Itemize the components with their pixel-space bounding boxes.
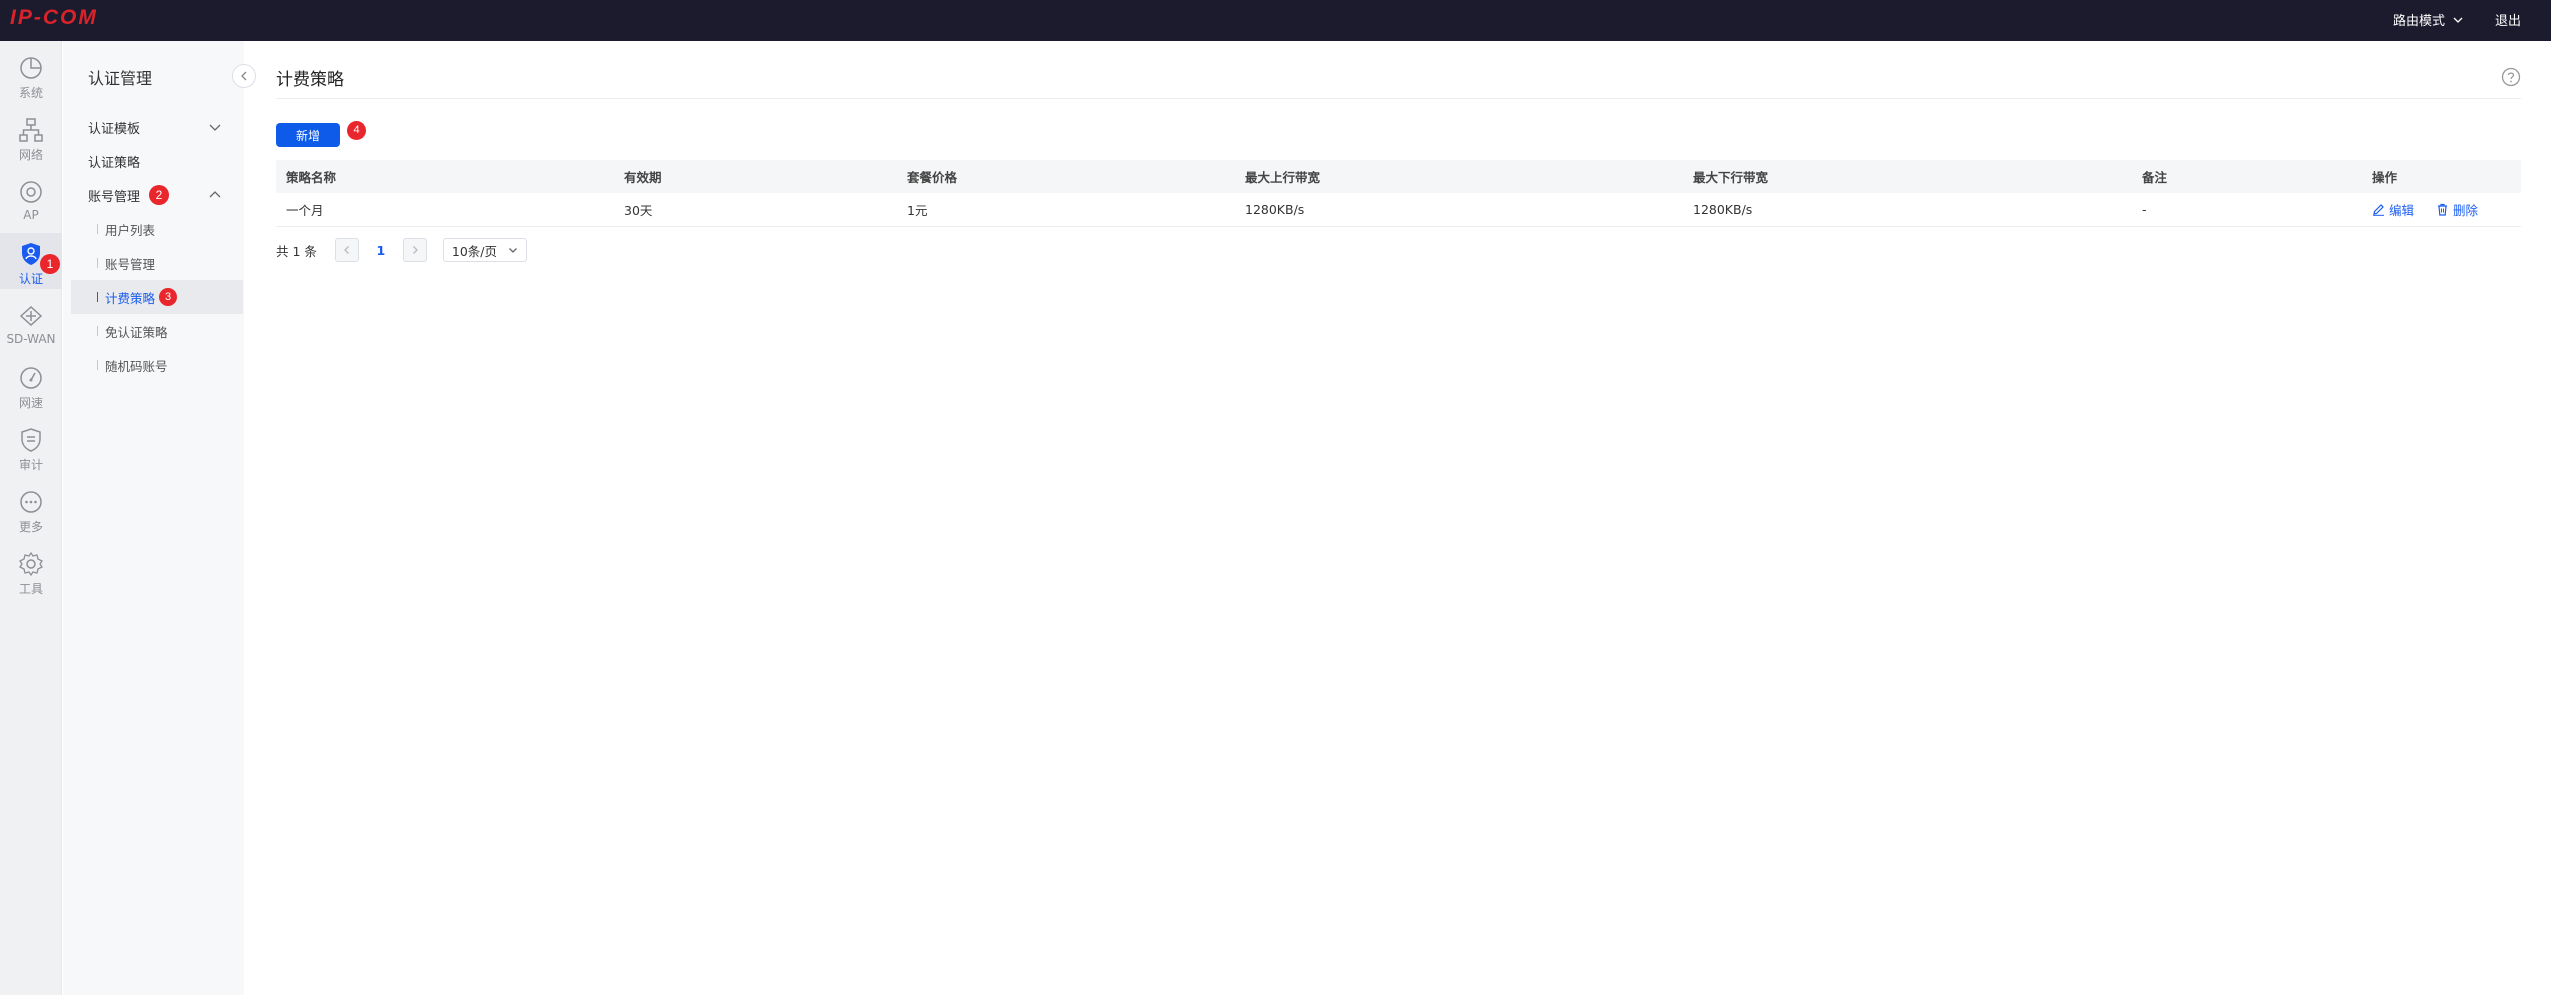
chevron-down-icon xyxy=(2453,17,2463,23)
rail-item-tools[interactable]: 工具 xyxy=(0,543,62,599)
delete-link[interactable]: 删除 xyxy=(2436,200,2478,219)
header-actions: 操作 xyxy=(2372,170,2398,185)
chevron-down-icon xyxy=(508,248,517,253)
chevron-up-icon xyxy=(209,191,221,198)
cell-name: 一个月 xyxy=(286,203,324,218)
main-content: 计费策略 新增 4 策略名称 有效期 套餐价格 最大上行带宽 最大下行带宽 备注… xyxy=(244,41,2551,995)
header-download: 最大下行带宽 xyxy=(1693,170,1769,185)
rail-item-system[interactable]: 系统 xyxy=(0,47,62,103)
page-title: 计费策略 xyxy=(276,70,344,90)
sub-item-random-code[interactable]: 随机码账号 xyxy=(71,348,243,382)
add-button[interactable]: 新增 xyxy=(276,123,340,147)
header-upload: 最大上行带宽 xyxy=(1245,170,1321,185)
nav-item-label: 认证模板 xyxy=(88,121,141,137)
chevron-down-icon xyxy=(209,124,221,131)
step-badge: 3 xyxy=(159,288,177,306)
rail-label: 系统 xyxy=(18,86,43,100)
header-validity: 有效期 xyxy=(624,170,662,185)
rail-item-ap[interactable]: AP xyxy=(0,171,62,227)
sub-item-label: 免认证策略 xyxy=(105,324,168,340)
nav-item-label: 账号管理 xyxy=(88,189,141,205)
step-badge: 4 xyxy=(347,121,366,140)
rail-label: 认证 xyxy=(18,272,43,286)
chevron-left-icon xyxy=(343,246,349,254)
cell-price: 1元 xyxy=(907,203,928,218)
rail-label: 更多 xyxy=(18,520,43,534)
sub-item-label: 随机码账号 xyxy=(105,358,168,374)
sub-item-exempt-policy[interactable]: 免认证策略 xyxy=(71,314,243,348)
rail-item-speed[interactable]: 网速 xyxy=(0,357,62,413)
top-bar: IP-COM 路由模式 退出 xyxy=(0,0,2551,41)
gear-icon xyxy=(19,551,43,577)
rail-label: 网络 xyxy=(18,148,43,162)
header-name: 策略名称 xyxy=(286,170,337,185)
icon-rail: 系统 网络 AP 认证 1 SD-WAN 网速 审计 更多 工具 xyxy=(0,41,62,995)
page-number-current[interactable]: 1 xyxy=(369,243,393,258)
more-icon xyxy=(20,491,42,513)
total-count: 共 1 条 xyxy=(276,243,317,259)
rail-item-more[interactable]: 更多 xyxy=(0,481,62,537)
secondary-sidebar: 认证管理 认证模板 认证策略 账号管理 2 用户列表 账号管理 计费策略 3 免… xyxy=(63,41,244,995)
network-topology-icon xyxy=(19,118,43,142)
ap-icon xyxy=(20,181,42,203)
header-remark: 备注 xyxy=(2142,170,2168,185)
help-icon[interactable] xyxy=(2501,67,2521,87)
sub-item-label: 账号管理 xyxy=(105,256,156,272)
cell-validity: 30天 xyxy=(624,203,653,218)
prev-page-button[interactable] xyxy=(334,238,359,262)
nav-item-auth-template[interactable]: 认证模板 xyxy=(63,110,244,144)
step-badge: 1 xyxy=(40,254,60,274)
cell-download: 1280KB/s xyxy=(1693,202,1753,217)
step-badge: 2 xyxy=(149,185,169,205)
sub-item-billing-policy[interactable]: 计费策略 xyxy=(71,280,243,314)
pagination: 共 1 条 1 10条/页 xyxy=(276,237,527,263)
rail-label: SD-WAN xyxy=(6,332,56,346)
mode-label: 路由模式 xyxy=(2392,14,2445,29)
rail-item-sdwan[interactable]: SD-WAN xyxy=(0,295,62,351)
logout-link[interactable]: 退出 xyxy=(2495,10,2521,29)
cell-upload: 1280KB/s xyxy=(1245,202,1305,217)
brand-logo: IP-COM xyxy=(10,6,98,29)
edit-icon xyxy=(2373,204,2384,216)
sdwan-icon xyxy=(19,305,43,327)
cell-remark: - xyxy=(2142,202,2147,217)
next-page-button[interactable] xyxy=(402,238,427,262)
nav-item-auth-policy[interactable]: 认证策略 xyxy=(63,144,244,178)
sub-item-label: 计费策略 xyxy=(105,290,156,306)
rail-item-audit[interactable]: 审计 xyxy=(0,419,62,475)
edit-label: 编辑 xyxy=(2389,203,2415,218)
sidebar-title: 认证管理 xyxy=(88,69,153,88)
rail-label: 网速 xyxy=(18,396,43,410)
sub-item-user-list[interactable]: 用户列表 xyxy=(71,212,243,246)
page-size-value: 10条/页 xyxy=(451,243,498,259)
header-price: 套餐价格 xyxy=(907,170,958,185)
rail-item-network[interactable]: 网络 xyxy=(0,109,62,165)
pie-chart-icon xyxy=(20,57,42,79)
speedometer-icon xyxy=(20,367,42,389)
table-row: 一个月 30天 1元 1280KB/s 1280KB/s - 编辑 删除 xyxy=(276,193,2521,227)
rail-label: 工具 xyxy=(18,582,43,596)
sub-item-account-mgmt[interactable]: 账号管理 xyxy=(71,246,243,280)
sub-item-label: 用户列表 xyxy=(105,222,156,238)
mode-dropdown[interactable]: 路由模式 xyxy=(2393,10,2463,29)
delete-label: 删除 xyxy=(2453,203,2479,218)
edit-link[interactable]: 编辑 xyxy=(2372,200,2414,219)
rail-label: 审计 xyxy=(18,458,43,472)
shield-icon xyxy=(21,428,41,452)
billing-policy-table: 策略名称 有效期 套餐价格 最大上行带宽 最大下行带宽 备注 操作 一个月 30… xyxy=(276,160,2521,227)
nav-item-label: 认证策略 xyxy=(88,155,141,171)
rail-label: AP xyxy=(23,208,39,222)
cell-actions: 编辑 删除 xyxy=(2372,200,2496,219)
table-header: 策略名称 有效期 套餐价格 最大上行带宽 最大下行带宽 备注 操作 xyxy=(276,160,2521,193)
trash-icon xyxy=(2438,203,2447,216)
title-divider xyxy=(276,98,2521,99)
chevron-right-icon xyxy=(412,246,418,254)
page-size-select[interactable]: 10条/页 xyxy=(442,238,527,262)
